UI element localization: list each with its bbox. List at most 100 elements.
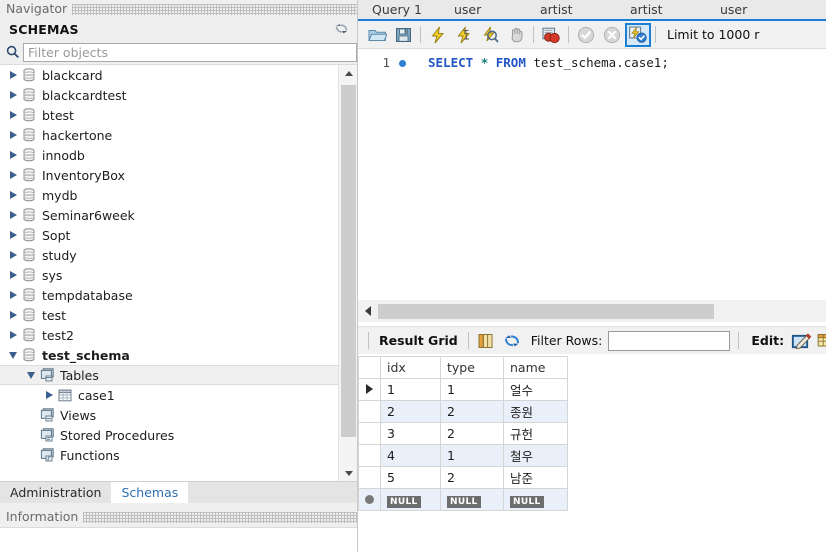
- tree-item-mydb[interactable]: mydb: [0, 185, 338, 205]
- cell-type[interactable]: 2: [440, 400, 504, 423]
- chevron-right-icon[interactable]: [6, 91, 20, 99]
- chevron-right-icon[interactable]: [6, 171, 20, 179]
- tree-item-blackcardtest[interactable]: blackcardtest: [0, 85, 338, 105]
- result-table[interactable]: idx type name 1 1 얼수 2 2 종원 3 2 규헌 4 1 철우 5 2 남준 NULL NULL N…: [358, 356, 568, 511]
- table-row[interactable]: 3 2 규헌: [358, 422, 568, 445]
- column-header-type[interactable]: type: [440, 356, 504, 379]
- editor-tab-3[interactable]: artist: [626, 0, 667, 19]
- cell-type[interactable]: 2: [440, 422, 504, 445]
- nav-tab-schemas[interactable]: Schemas: [111, 482, 189, 503]
- result-grid-label[interactable]: Result Grid: [373, 333, 464, 348]
- editor-tab-2[interactable]: artist: [536, 0, 577, 19]
- cell-type[interactable]: 1: [440, 444, 504, 467]
- chevron-right-icon[interactable]: [6, 111, 20, 119]
- cell-idx[interactable]: 4: [380, 444, 441, 467]
- tree-item-views[interactable]: Views: [0, 405, 338, 425]
- chevron-right-icon[interactable]: [6, 151, 20, 159]
- cell-type[interactable]: 1: [440, 378, 504, 401]
- row-header-cell[interactable]: [358, 400, 381, 423]
- cell-name[interactable]: 얼수: [503, 378, 568, 401]
- chevron-right-icon[interactable]: [6, 211, 20, 219]
- execute-current-statement-icon[interactable]: [451, 23, 477, 47]
- tree-item-case1[interactable]: case1: [0, 385, 338, 405]
- tree-item-inventorybox[interactable]: InventoryBox: [0, 165, 338, 185]
- tree-item-study[interactable]: study: [0, 245, 338, 265]
- save-sql-script-icon[interactable]: [390, 23, 416, 47]
- tree-item-tables[interactable]: Tables: [0, 365, 338, 385]
- chevron-right-icon[interactable]: [6, 331, 20, 339]
- sql-editor[interactable]: 1 SELECT * FROM test_schema.case1;: [358, 50, 826, 296]
- grid-view-icon[interactable]: [473, 329, 499, 353]
- chevron-right-icon[interactable]: [6, 131, 20, 139]
- results-data-grid[interactable]: idx type name 1 1 얼수 2 2 종원 3 2 규헌 4 1 철우 5 2 남준 NULL NULL N…: [358, 356, 826, 516]
- refresh-icon[interactable]: [334, 22, 349, 36]
- tree-item-innodb[interactable]: innodb: [0, 145, 338, 165]
- editor-horizontal-scrollbar[interactable]: [358, 300, 826, 322]
- chevron-down-icon[interactable]: [24, 371, 38, 379]
- rollback-icon[interactable]: [599, 23, 625, 47]
- cell-idx[interactable]: 3: [380, 422, 441, 445]
- cell-idx[interactable]: 2: [380, 400, 441, 423]
- nav-tab-administration[interactable]: Administration: [0, 482, 112, 503]
- table-row[interactable]: 1 1 얼수: [358, 378, 568, 401]
- table-row[interactable]: 4 1 철우: [358, 444, 568, 467]
- new-cell-type[interactable]: NULL: [440, 488, 504, 511]
- cell-name[interactable]: 남준: [503, 466, 568, 489]
- row-header-cell[interactable]: [358, 444, 381, 467]
- tree-item-sys[interactable]: sys: [0, 265, 338, 285]
- chevron-right-icon[interactable]: [6, 291, 20, 299]
- cell-name[interactable]: 규헌: [503, 422, 568, 445]
- schema-tree-scrollbar[interactable]: [338, 65, 357, 481]
- commit-icon[interactable]: [573, 23, 599, 47]
- scroll-left-button[interactable]: [358, 300, 378, 322]
- limit-rows-dropdown[interactable]: Limit to 1000 r: [667, 27, 759, 42]
- open-sql-script-icon[interactable]: [364, 23, 390, 47]
- chevron-right-icon[interactable]: [6, 251, 20, 259]
- chevron-right-icon[interactable]: [6, 311, 20, 319]
- scroll-up-button[interactable]: [339, 65, 357, 82]
- filter-objects-input[interactable]: [23, 42, 357, 62]
- chevron-right-icon[interactable]: [6, 71, 20, 79]
- insert-row-icon[interactable]: [814, 329, 826, 353]
- chevron-right-icon[interactable]: [6, 191, 20, 199]
- new-row[interactable]: NULL NULL NULL: [358, 488, 568, 511]
- editor-tab-0[interactable]: Query 1: [368, 0, 426, 19]
- editor-tab-1[interactable]: user: [450, 0, 485, 19]
- chevron-down-icon[interactable]: [6, 351, 20, 359]
- filter-rows-input[interactable]: [608, 330, 731, 351]
- edit-row-icon[interactable]: [788, 329, 814, 353]
- tree-item-functions[interactable]: Functions: [0, 445, 338, 465]
- new-row-marker[interactable]: [358, 488, 381, 511]
- tree-item-tempdatabase[interactable]: tempdatabase: [0, 285, 338, 305]
- chevron-right-icon[interactable]: [42, 391, 56, 399]
- new-cell-name[interactable]: NULL: [503, 488, 568, 511]
- scrollbar-thumb[interactable]: [341, 85, 356, 437]
- editor-tab-4[interactable]: user: [716, 0, 751, 19]
- hscroll-thumb[interactable]: [378, 304, 714, 319]
- chevron-right-icon[interactable]: [6, 231, 20, 239]
- tree-item-blackcard[interactable]: blackcard: [0, 65, 338, 85]
- row-current-indicator[interactable]: [358, 378, 381, 401]
- refresh-results-icon[interactable]: [499, 329, 525, 353]
- toggle-autocommit-icon[interactable]: [625, 22, 651, 47]
- row-header-cell[interactable]: [358, 422, 381, 445]
- tree-item-btest[interactable]: btest: [0, 105, 338, 125]
- chevron-right-icon[interactable]: [6, 271, 20, 279]
- tree-item-hackertone[interactable]: hackertone: [0, 125, 338, 145]
- cell-idx[interactable]: 1: [380, 378, 441, 401]
- cell-name[interactable]: 철우: [503, 444, 568, 467]
- tree-item-test2[interactable]: test2: [0, 325, 338, 345]
- tree-item-test[interactable]: test: [0, 305, 338, 325]
- tree-item-sopt[interactable]: Sopt: [0, 225, 338, 245]
- new-cell-idx[interactable]: NULL: [380, 488, 441, 511]
- cell-idx[interactable]: 5: [380, 466, 441, 489]
- row-header-cell[interactable]: [358, 466, 381, 489]
- explain-query-icon[interactable]: [477, 23, 503, 47]
- cell-type[interactable]: 2: [440, 466, 504, 489]
- cell-name[interactable]: 종원: [503, 400, 568, 423]
- schema-tree[interactable]: blackcard blackcardtest btest hackertone inn…: [0, 65, 338, 481]
- column-header-idx[interactable]: idx: [380, 356, 441, 379]
- tree-item-stored-procedures[interactable]: Stored Procedures: [0, 425, 338, 445]
- table-row[interactable]: 5 2 남준: [358, 466, 568, 489]
- toggle-stop-on-error-icon[interactable]: [538, 23, 564, 47]
